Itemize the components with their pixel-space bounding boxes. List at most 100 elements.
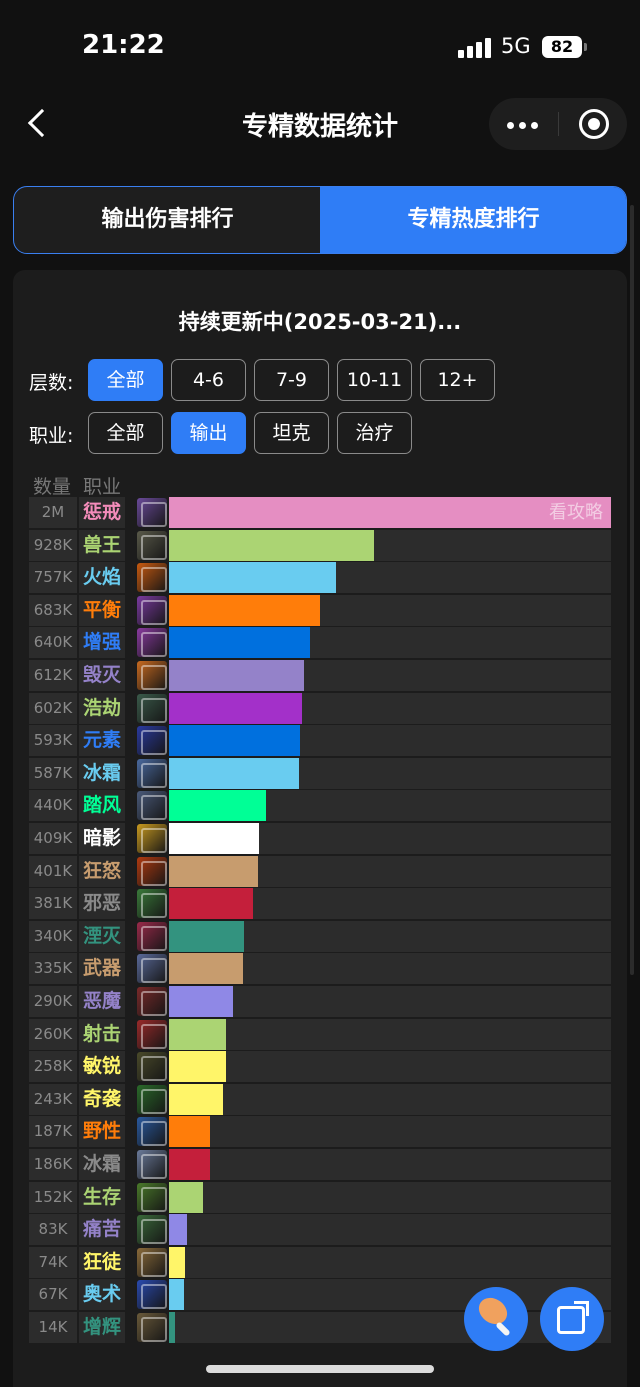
table-row[interactable]: 757K 火焰 [29, 562, 611, 593]
row-bar [169, 953, 243, 984]
row-count: 2M [29, 497, 77, 528]
network-label: 5G [501, 34, 531, 58]
row-bar [169, 1312, 175, 1343]
food-button[interactable] [464, 1287, 528, 1351]
row-bar-track [169, 823, 611, 854]
table-row[interactable]: 260K 射击 [29, 1019, 611, 1050]
table-row[interactable]: 2M 惩戒 看攻略 [29, 497, 611, 528]
row-spec-name: 奥术 [79, 1279, 125, 1310]
row-count: 83K [29, 1214, 77, 1245]
more-icon[interactable] [507, 122, 539, 129]
row-bar [169, 497, 611, 528]
level-chip-12plus[interactable]: 12+ [420, 359, 495, 401]
row-bar-track [169, 986, 611, 1017]
tab-damage-ranking[interactable]: 输出伤害排行 [14, 187, 321, 253]
table-row[interactable]: 440K 踏风 [29, 790, 611, 821]
row-spec-name: 狂怒 [79, 856, 125, 887]
row-bar [169, 1214, 187, 1245]
table-row[interactable]: 290K 恶魔 [29, 986, 611, 1017]
level-chip-10-11[interactable]: 10-11 [337, 359, 412, 401]
update-status: 持续更新中(2025-03-21)... [178, 310, 462, 334]
table-row[interactable]: 381K 邪恶 [29, 888, 611, 919]
table-row[interactable]: 340K 湮灭 [29, 921, 611, 952]
row-bar [169, 790, 266, 821]
table-row[interactable]: 612K 毁灭 [29, 660, 611, 691]
row-spec-name: 痛苦 [79, 1214, 125, 1245]
row-count: 757K [29, 562, 77, 593]
table-row[interactable]: 74K 狂徒 [29, 1247, 611, 1278]
table-row[interactable]: 640K 增强 [29, 627, 611, 658]
role-chip-all[interactable]: 全部 [88, 412, 163, 454]
table-row[interactable]: 602K 浩劫 [29, 693, 611, 724]
row-count: 14K [29, 1312, 77, 1343]
spec-icon [137, 1183, 167, 1212]
row-bar-track [169, 1051, 611, 1082]
table-row[interactable]: 683K 平衡 [29, 595, 611, 626]
row-bar [169, 1116, 210, 1147]
row-count: 612K [29, 660, 77, 691]
table-row[interactable]: 187K 野性 [29, 1116, 611, 1147]
row-spec-name: 暗影 [79, 823, 125, 854]
spec-icon [137, 1313, 167, 1342]
row-count: 340K [29, 921, 77, 952]
table-row[interactable]: 401K 狂怒 [29, 856, 611, 887]
level-chip-all[interactable]: 全部 [88, 359, 163, 401]
row-bar-track [169, 1149, 611, 1180]
row-spec-name: 生存 [79, 1182, 125, 1213]
spec-icon [137, 628, 167, 657]
spec-icon [137, 1085, 167, 1114]
row-bar [169, 1182, 203, 1213]
row-spec-name: 平衡 [79, 595, 125, 626]
table-row[interactable]: 587K 冰霜 [29, 758, 611, 789]
row-bar-track [169, 758, 611, 789]
row-spec-name: 元素 [79, 725, 125, 756]
scrollbar[interactable] [630, 205, 634, 975]
row-count: 290K [29, 986, 77, 1017]
row-count: 67K [29, 1279, 77, 1310]
table-row[interactable]: 335K 武器 [29, 953, 611, 984]
spec-icon [137, 922, 167, 951]
table-row[interactable]: 243K 奇袭 [29, 1084, 611, 1115]
table-row[interactable]: 83K 痛苦 [29, 1214, 611, 1245]
tab-popularity-ranking[interactable]: 专精热度排行 [320, 187, 626, 253]
level-chip-4-6[interactable]: 4-6 [171, 359, 246, 401]
row-spec-name: 增辉 [79, 1312, 125, 1343]
spec-icon [137, 824, 167, 853]
row-spec-name: 踏风 [79, 790, 125, 821]
row-bar-track [169, 660, 611, 691]
role-chip-tank[interactable]: 坦克 [254, 412, 329, 454]
share-button[interactable] [540, 1287, 604, 1351]
row-count: 602K [29, 693, 77, 724]
spec-icon [137, 726, 167, 755]
role-chip-dps[interactable]: 输出 [171, 412, 246, 454]
row-bar [169, 595, 320, 626]
row-spec-name: 奇袭 [79, 1084, 125, 1115]
row-bar-track [169, 1182, 611, 1213]
row-bar [169, 1051, 226, 1082]
row-bar [169, 1149, 210, 1180]
row-count: 401K [29, 856, 77, 887]
spec-icon [137, 694, 167, 723]
row-bar-track [169, 1247, 611, 1278]
row-bar-track [169, 1116, 611, 1147]
role-chip-healer[interactable]: 治疗 [337, 412, 412, 454]
column-header-count: 数量 [33, 476, 72, 498]
row-count: 440K [29, 790, 77, 821]
table-row[interactable]: 258K 敏锐 [29, 1051, 611, 1082]
miniapp-capsule [489, 98, 627, 150]
table-row[interactable]: 593K 元素 [29, 725, 611, 756]
guide-link[interactable]: 看攻略 [549, 497, 603, 528]
table-row[interactable]: 928K 兽王 [29, 530, 611, 561]
level-filter-label: 层数: [29, 372, 74, 394]
status-bar: 21:22 5G 82 [0, 0, 640, 96]
table-row[interactable]: 409K 暗影 [29, 823, 611, 854]
row-count: 381K [29, 888, 77, 919]
close-miniapp-icon[interactable] [579, 109, 609, 139]
row-bar-track [169, 530, 611, 561]
level-chip-7-9[interactable]: 7-9 [254, 359, 329, 401]
table-row[interactable]: 152K 生存 [29, 1182, 611, 1213]
table-row[interactable]: 186K 冰霜 [29, 1149, 611, 1180]
row-spec-name: 恶魔 [79, 986, 125, 1017]
row-count: 258K [29, 1051, 77, 1082]
row-spec-name: 冰霜 [79, 1149, 125, 1180]
